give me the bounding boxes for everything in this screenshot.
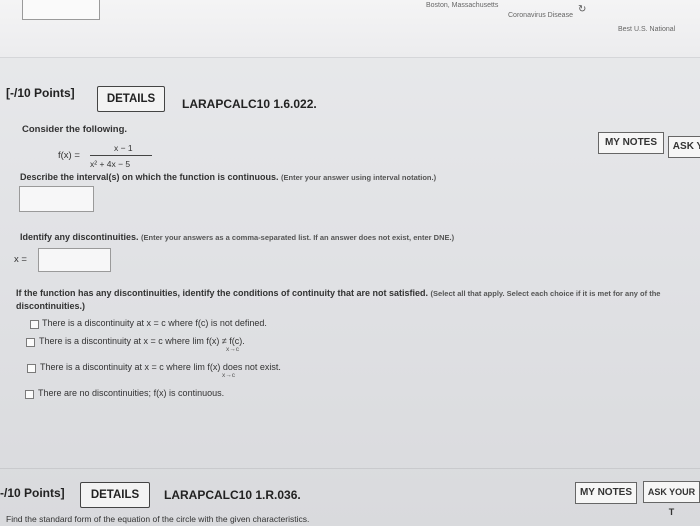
question1-details-button[interactable]: DETAILS: [97, 86, 165, 112]
refresh-icon[interactable]: ↻: [578, 4, 586, 15]
question2-prompt: Find the standard form of the equation o…: [6, 514, 310, 524]
option1-label[interactable]: There is a discontinuity at x = c where …: [42, 318, 267, 328]
function-denominator: x² + 4x − 5: [90, 159, 131, 169]
part1-question: Describe the interval(s) on which the fu…: [20, 172, 436, 182]
browser-tab-3[interactable]: Best U.S. National: [618, 26, 675, 33]
option2-limit-sub: x→c: [226, 346, 239, 353]
question1-code: LARAPCALC10 1.6.022.: [182, 97, 317, 111]
interval-answer-input[interactable]: [19, 186, 94, 212]
question1-my-notes-button[interactable]: MY NOTES: [598, 132, 664, 154]
part3-text-continued: discontinuities.): [16, 301, 86, 311]
discontinuities-answer-input[interactable]: [38, 248, 111, 272]
function-numerator: x − 1: [114, 143, 133, 153]
part2-text: Identify any discontinuities.: [20, 232, 139, 242]
option4-label[interactable]: There are no discontinuities; f(x) is co…: [38, 388, 224, 398]
question2-my-notes-button[interactable]: MY NOTES: [575, 482, 637, 504]
option3-checkbox[interactable]: [27, 364, 36, 373]
fraction-bar: [90, 155, 152, 156]
option3-limit-sub: x→c: [222, 372, 235, 379]
question1-points: [-/10 Points]: [6, 86, 75, 100]
part2-hint: (Enter your answers as a comma-separated…: [141, 233, 455, 242]
option2-checkbox[interactable]: [26, 338, 35, 347]
part3-text: If the function has any discontinuities,…: [16, 288, 429, 298]
part1-text: Describe the interval(s) on which the fu…: [20, 172, 279, 182]
question2-points: -/10 Points]: [0, 486, 65, 500]
option2-label[interactable]: There is a discontinuity at x = c where …: [39, 336, 245, 346]
browser-tab-2[interactable]: Coronavirus Disease: [508, 12, 573, 19]
function-lhs: f(x) =: [58, 150, 80, 161]
question1-ask-button[interactable]: ASK Y: [668, 136, 700, 158]
part3-question: If the function has any discontinuities,…: [16, 288, 660, 298]
question-divider: [0, 468, 700, 469]
question1-prompt: Consider the following.: [22, 124, 128, 135]
top-input-field[interactable]: [22, 0, 100, 20]
question2-details-button[interactable]: DETAILS: [80, 482, 150, 508]
part1-hint: (Enter your answer using interval notati…: [281, 173, 437, 182]
part2-question: Identify any discontinuities. (Enter you…: [20, 232, 454, 242]
browser-tab-1[interactable]: Boston, Massachusetts: [426, 2, 498, 9]
part3-hint: (Select all that apply. Select each choi…: [430, 289, 661, 298]
option3-label[interactable]: There is a discontinuity at x = c where …: [40, 362, 281, 372]
question2-code: LARAPCALC10 1.R.036.: [164, 488, 301, 502]
browser-top-strip: Boston, Massachusetts Coronavirus Diseas…: [0, 0, 700, 58]
question2-ask-button[interactable]: ASK YOUR T: [643, 481, 700, 517]
option1-checkbox[interactable]: [30, 320, 39, 329]
part2-label: x =: [14, 254, 27, 265]
option4-checkbox[interactable]: [25, 390, 34, 399]
